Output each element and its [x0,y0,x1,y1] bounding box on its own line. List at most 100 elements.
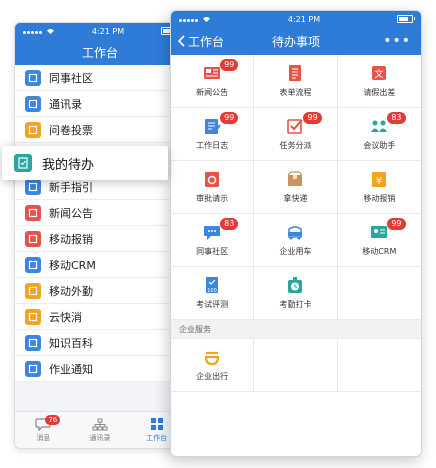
menu-item[interactable]: 问卷投票 [15,117,185,143]
expense-icon [25,230,41,247]
menu-item-label: 移动外勤 [49,284,93,298]
front-status-time: 4:21 PM [287,14,321,24]
grid-item-label: 考试评测 [196,300,229,309]
back-status-bar: 4:21 PM [15,23,185,39]
contacts-icon [25,95,41,112]
my-todo-highlight[interactable]: 我的待办 [2,146,168,180]
grid-item[interactable]: 企业出行 [171,339,255,392]
menu-item[interactable]: 云快消 [15,304,185,330]
count-badge: 83 [220,218,239,230]
menu-item[interactable]: 移动外勤 [15,278,185,304]
tab-contacts-label: 通讯录 [89,434,111,442]
back-button-label: 工作台 [188,34,225,49]
tab-bar: 76 消息 通讯录 工作台 [15,411,185,448]
grid-item[interactable]: 83 会议助手 [337,108,421,161]
back-status-time: 4:21 PM [91,26,125,36]
back-header: 4:21 PM 工作台 [15,23,185,65]
community-icon [25,69,41,86]
grid-item[interactable]: 审批请示 [171,161,255,214]
form-flow-icon [285,64,305,82]
battery-icon [396,15,415,23]
grid-empty-cell [337,339,421,392]
menu-item-label: 知识百科 [49,336,93,350]
grid-item[interactable]: 表单流程 [254,55,338,108]
leave-icon: 文 [369,64,389,82]
crm-icon [369,223,389,241]
tab-contacts[interactable]: 通讯录 [72,412,129,448]
grid-item-label: 审批请示 [196,194,229,203]
grid-item-label: 任务分派 [279,141,312,150]
express-icon [285,170,305,188]
grid-item[interactable]: 100 考试评测 [171,267,255,320]
fmcg-icon [25,308,41,325]
svg-text:¥: ¥ [376,176,382,187]
chevron-left-icon [177,35,185,47]
front-status-bar: 4:21 PM [171,11,421,27]
grid-item[interactable]: 考勤打卡 [254,267,338,320]
menu-item[interactable]: 同事社区 [15,65,185,91]
grid-item-label: 请假出差 [363,88,396,97]
grid-icon [149,417,165,431]
menu-item-label: 移动报销 [49,232,93,246]
tab-workbench-label: 工作台 [146,434,168,442]
grid-item-label: 企业出行 [196,372,229,381]
svg-text:文: 文 [375,68,384,80]
survey-icon [25,121,41,138]
grid-item[interactable]: 文请假出差 [337,55,421,108]
front-header: 4:21 PM 工作台 待办事项 ••• [171,11,421,55]
more-menu-button[interactable]: ••• [383,33,411,49]
grid-item-label: 会议助手 [363,141,396,150]
grid-item[interactable]: 拿快递 [254,161,338,214]
grid-item[interactable]: 企业用车 [254,214,338,267]
field-icon [25,282,41,299]
grid-item[interactable]: ¥ 移动报销 [337,161,421,214]
grid-item[interactable]: 83 同事社区 [171,214,255,267]
exam-icon: 100 [202,276,222,294]
grid-item-label: 移动CRM [362,247,397,256]
menu-item[interactable]: 作业通知 [15,356,185,382]
todo-icon [14,154,32,172]
menu-item[interactable]: 新闻公告 [15,200,185,226]
didi-icon [202,348,222,366]
count-badge: 99 [220,59,239,71]
grid-item[interactable]: 99 移动CRM [337,214,421,267]
menu-item[interactable]: 知识百科 [15,330,185,356]
menu-item[interactable]: 移动CRM [15,252,185,278]
grid-item[interactable]: 99 任务分派 [254,108,338,161]
task-icon [285,117,305,135]
todo-grid: 99 新闻公告 表单流程 文请假出差 99 工作日志 99 任务分派 83 会议助手 审批请示 拿快递… [171,55,421,320]
menu-item-label: 问卷投票 [49,123,93,137]
services-section-header: 企业服务 [171,320,421,339]
menu-item-label: 云快消 [49,310,82,324]
crm-icon [25,256,41,273]
menu-item[interactable]: 移动报销 [15,226,185,252]
back-button[interactable]: 工作台 [171,33,224,50]
svg-text:100: 100 [207,288,217,294]
messages-badge: 76 [45,415,61,425]
meeting-icon [369,117,389,135]
car-icon [285,223,305,241]
approval-icon [202,170,222,188]
count-badge: 99 [220,112,239,124]
menu-item-label: 通讯录 [49,97,82,111]
grid-empty-cell [337,267,421,320]
org-chart-icon [92,417,108,431]
signal-icon [179,15,211,24]
back-page-title: 工作台 [81,45,118,60]
count-badge: 83 [387,112,406,124]
menu-item-label: 同事社区 [49,71,93,85]
grid-item[interactable]: 99 工作日志 [171,108,255,161]
clock-in-icon [285,276,305,294]
signal-icon [23,27,55,36]
menu-item-label: 作业通知 [49,362,93,376]
grid-item[interactable]: 99 新闻公告 [171,55,255,108]
grid-empty-cell [254,339,338,392]
front-navbar: 工作台 待办事项 ••• [171,27,421,55]
tab-messages-label: 消息 [36,434,51,442]
news-icon [25,204,41,221]
tab-messages[interactable]: 76 消息 [15,412,72,448]
menu-item[interactable]: 通讯录 [15,91,185,117]
services-grid: 企业出行 [171,339,421,392]
count-badge: 99 [387,218,406,230]
guide-icon [25,178,41,195]
